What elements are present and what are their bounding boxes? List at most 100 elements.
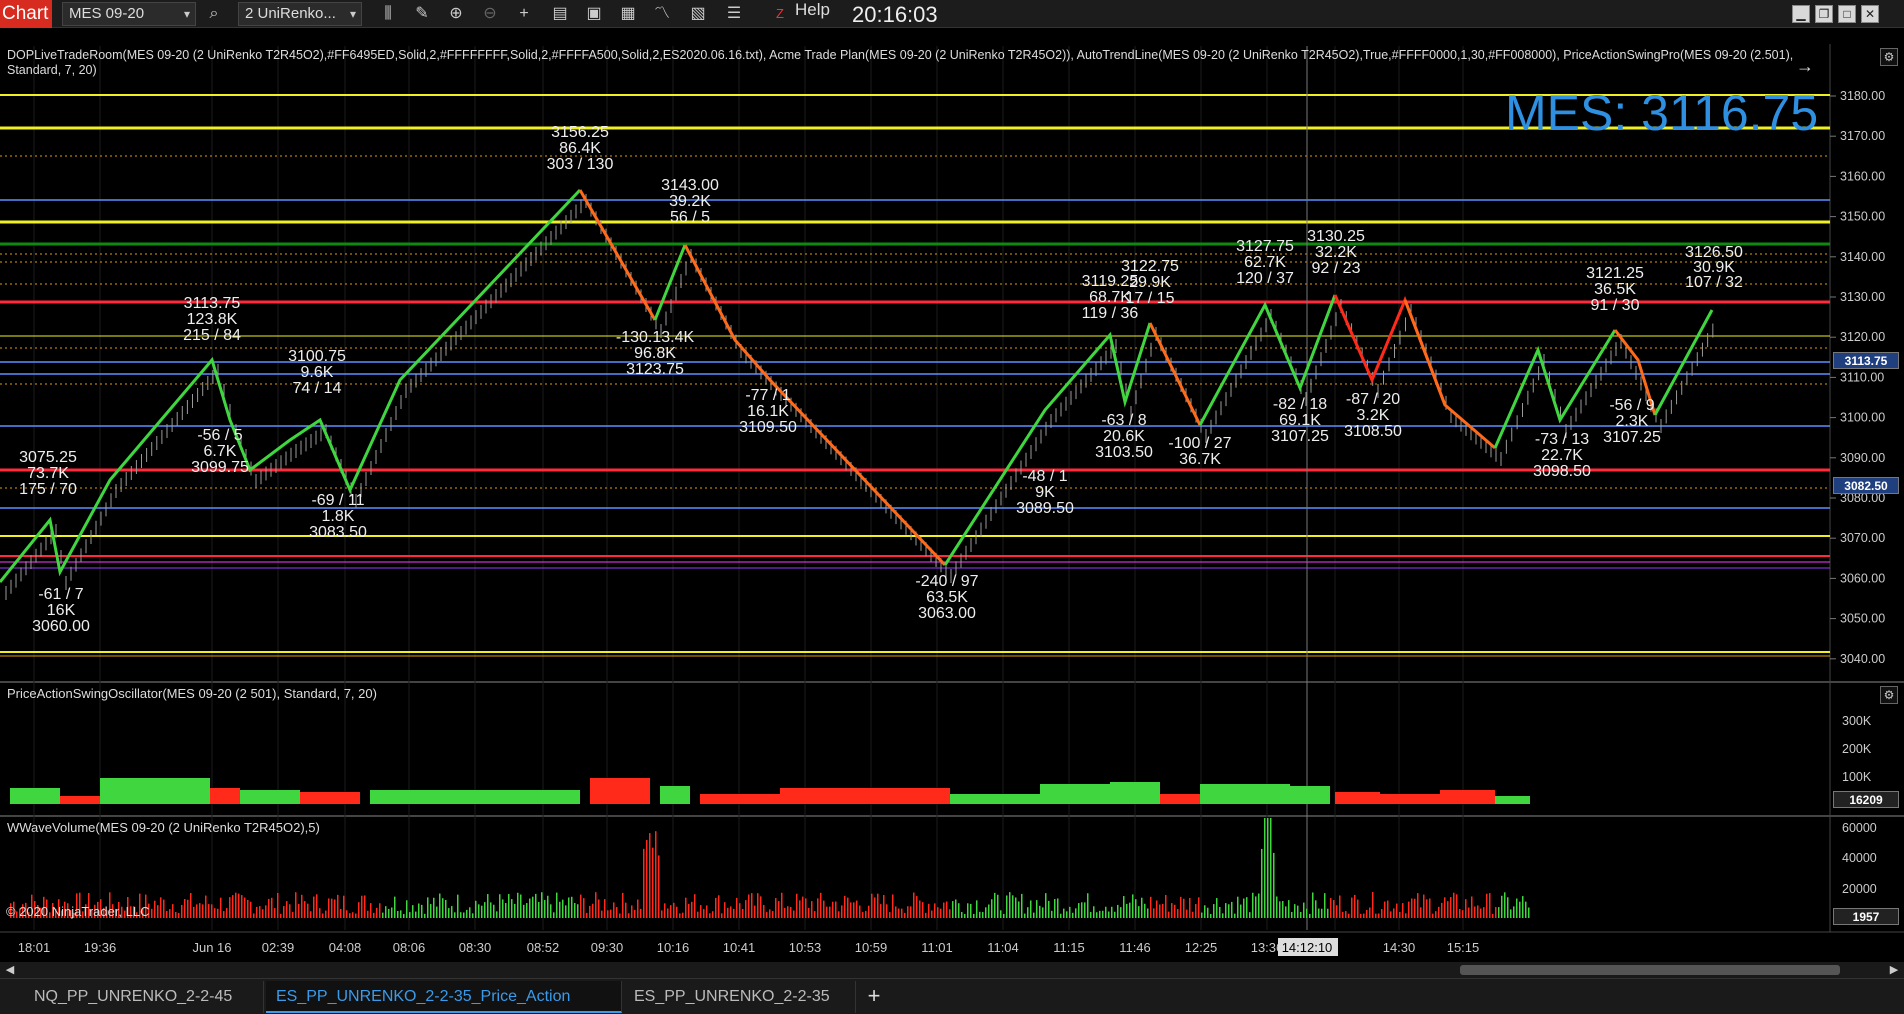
volume-bar	[361, 895, 363, 918]
volume-bar	[1303, 902, 1305, 918]
time-tick: 11:04	[987, 940, 1019, 955]
oscillator-axis: 300K 200K 100K	[1842, 714, 1872, 784]
volume-bar	[769, 909, 771, 918]
volume-bar	[202, 904, 204, 918]
swing-label: 215 / 84	[183, 327, 241, 344]
volume-bar	[1114, 911, 1116, 918]
volume-bar	[472, 913, 474, 918]
volume-bar	[802, 896, 804, 918]
volume-bar	[817, 898, 819, 918]
osc-axis-label: 300K	[1842, 714, 1872, 728]
oscillator-bar	[660, 786, 690, 804]
volume-bar	[1204, 905, 1206, 918]
volume-bar	[1516, 898, 1518, 918]
volume-bar	[1393, 908, 1395, 918]
volume-bar	[505, 903, 507, 918]
volume-bar	[1450, 897, 1452, 918]
volume-bar	[1453, 892, 1455, 918]
oscillator-bar	[1040, 784, 1110, 804]
swing-label: 175 / 70	[19, 481, 77, 498]
volume-bar	[520, 894, 522, 918]
volume-bar	[1498, 907, 1500, 918]
swing-label: 86.4K	[559, 140, 601, 157]
volume-bar	[1231, 901, 1233, 918]
volume-bar	[1297, 905, 1299, 918]
volume-bar	[211, 904, 213, 918]
scroll-right-icon[interactable]: ▶	[1886, 962, 1902, 978]
volume-bar	[430, 904, 432, 918]
volume-bar	[796, 893, 798, 918]
volume-bar	[346, 910, 348, 918]
volume-bar	[1099, 910, 1101, 918]
volume-bar	[613, 902, 615, 918]
volume-bar	[631, 905, 633, 918]
volume-bar	[913, 892, 915, 918]
tab-bar: NQ_PP_UNRENKO_2-2-45 ES_PP_UNRENKO_2-2-3…	[0, 978, 1904, 1014]
add-tab-button[interactable]: +	[858, 981, 890, 1013]
volume-bar	[1225, 903, 1227, 918]
oscillator-bar	[1200, 784, 1290, 804]
time-tick: 19:36	[84, 940, 117, 955]
price-axis-label: 3160.00	[1840, 169, 1885, 183]
volume-bar	[1426, 899, 1428, 918]
volume-bar	[187, 899, 189, 918]
volume-bar	[1402, 903, 1404, 918]
volume-bar	[379, 903, 381, 918]
volume-bar	[985, 907, 987, 918]
volume-bar	[244, 897, 246, 918]
tab-es-pp[interactable]: ES_PP_UNRENKO_2-2-35	[624, 981, 856, 1013]
swing-label: 32.2K	[1315, 244, 1357, 261]
volume-bar	[1363, 913, 1365, 918]
time-tick: Jun 16	[192, 940, 231, 955]
swing-label: -69 / 11	[311, 492, 364, 509]
price-axis-label: 3170.00	[1840, 129, 1885, 143]
swing-label: 39.2K	[669, 193, 711, 210]
volume-bar	[409, 912, 411, 918]
swing-label: 1.8K	[322, 508, 355, 525]
tab-nq-pp[interactable]: NQ_PP_UNRENKO_2-2-45	[24, 981, 264, 1013]
volume-bar	[844, 895, 846, 918]
volume-bar	[916, 896, 918, 918]
volume-bar	[163, 899, 165, 918]
volume-bar	[850, 902, 852, 918]
time-tick: 10:41	[723, 940, 756, 955]
volume-bar	[907, 906, 909, 918]
tab-es-price-action[interactable]: ES_PP_UNRENKO_2-2-35_Price_Action	[266, 981, 622, 1013]
scroll-left-icon[interactable]: ◀	[2, 962, 18, 978]
swing-label: 3122.75	[1121, 258, 1179, 275]
volume-bar	[1348, 913, 1350, 918]
swing-label: 3089.50	[1016, 500, 1074, 517]
volume-bar	[775, 898, 777, 918]
volume-bar	[352, 912, 354, 918]
scroll-thumb[interactable]	[1460, 965, 1840, 975]
volume-bar	[1495, 907, 1497, 918]
volume-bar	[1369, 907, 1371, 918]
panel-settings-icon[interactable]: ⚙	[1880, 48, 1898, 66]
volume-bar	[649, 833, 651, 918]
arrow-right-icon[interactable]: →	[1796, 56, 1814, 77]
chart-canvas[interactable]: 3075.2573.7K175 / 70 3113.75123.8K215 / …	[0, 0, 1904, 962]
indicator-header: DOPLiveTradeRoom(MES 09-20 (2 UniRenko T…	[7, 48, 1794, 77]
volume-bar	[1054, 899, 1056, 918]
volume-bar	[229, 897, 231, 918]
volume-bar	[454, 912, 456, 918]
volume-bar	[1444, 897, 1446, 918]
oscillator-bar	[300, 792, 360, 804]
time-tick: 18:01	[18, 940, 51, 955]
time-axis[interactable]: 18:01 19:36 Jun 16 02:39 04:08 08:06 08:…	[18, 938, 1480, 956]
volume-bar	[1441, 902, 1443, 918]
volume-bar	[1255, 896, 1257, 918]
volume-bar	[877, 893, 879, 918]
horizontal-scrollbar[interactable]: ◀ ▶	[0, 962, 1904, 978]
volume-bar	[412, 905, 414, 918]
volume-bar	[556, 892, 558, 918]
oscillator-last-value: 16209	[1833, 791, 1899, 808]
volume-bar	[1021, 893, 1023, 918]
volume-bar	[568, 897, 570, 918]
price-axis[interactable]: 3180.00 3170.00 3160.00 3150.00 3140.00 3130.…	[1830, 89, 1885, 666]
volume-bar	[523, 904, 525, 918]
volume-bar	[328, 898, 330, 918]
panel-settings-icon[interactable]: ⚙	[1880, 686, 1898, 704]
volume-bar	[1273, 852, 1275, 918]
volume-bar	[436, 906, 438, 918]
